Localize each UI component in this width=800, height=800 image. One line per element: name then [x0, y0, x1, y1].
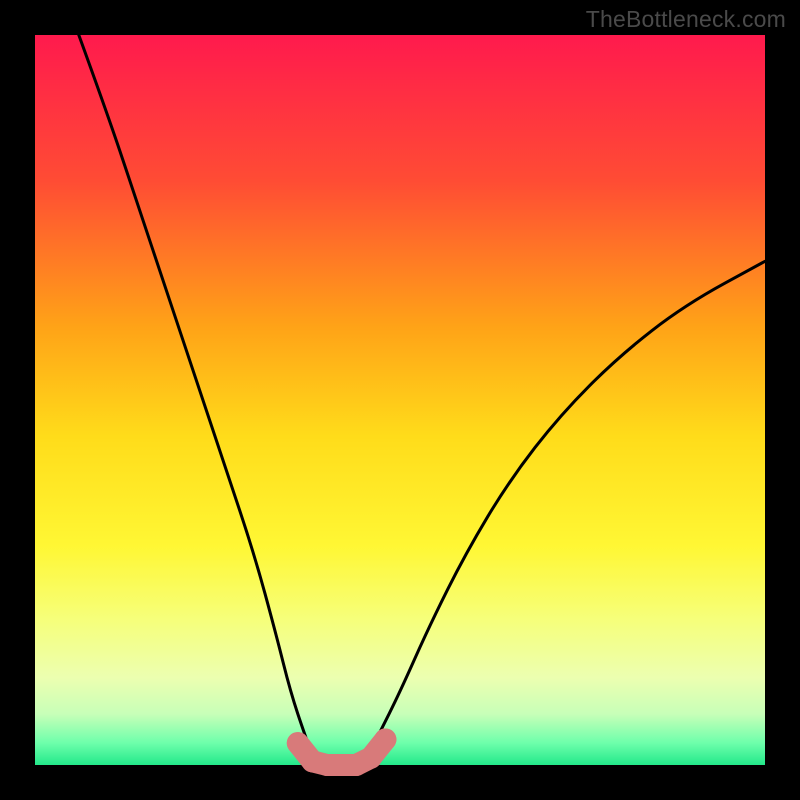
bottleneck-chart: [0, 0, 800, 800]
valley-dot: [287, 732, 309, 754]
valley-dot: [360, 747, 382, 769]
chart-frame: TheBottleneck.com: [0, 0, 800, 800]
valley-dot: [374, 728, 396, 750]
plot-background: [35, 35, 765, 765]
